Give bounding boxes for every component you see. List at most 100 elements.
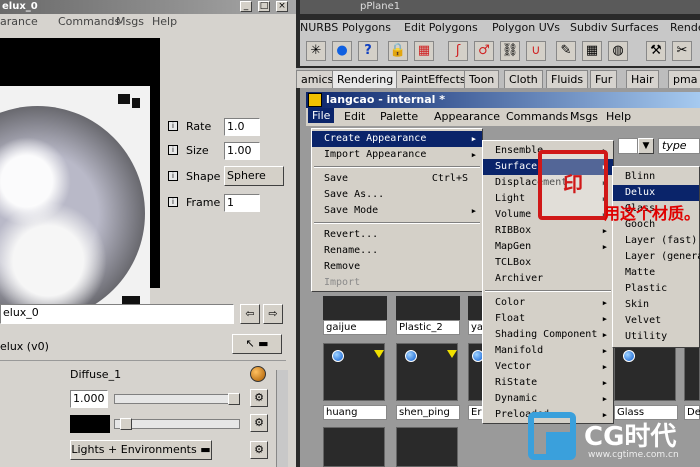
frame-input[interactable]: 1 <box>224 194 260 212</box>
scrollbar[interactable] <box>276 370 288 467</box>
create-menu-item[interactable]: Dynamic ▶ <box>483 391 613 407</box>
create-menu-item[interactable]: RIBBox ▶ <box>483 223 613 239</box>
swatch-name[interactable]: gaijue <box>323 320 387 335</box>
create-menu-item[interactable]: Vector ▶ <box>483 359 613 375</box>
menu-palette[interactable]: Palette <box>380 110 418 123</box>
swatch-name[interactable]: Plastic_2 <box>396 320 460 335</box>
lights-environments-button[interactable]: Lights + Environments ▬ <box>70 440 212 460</box>
file-menu-item[interactable]: Import Appearance ▶ <box>312 147 482 163</box>
file-menu-item[interactable]: Save As... <box>312 187 482 203</box>
tab-painteffects[interactable]: PaintEffects <box>396 70 471 88</box>
shader-swatch[interactable] <box>396 296 460 320</box>
minimize-button[interactable]: _ <box>240 1 252 12</box>
shader-swatch[interactable] <box>323 427 385 467</box>
tab-cloth[interactable]: Cloth <box>504 70 543 88</box>
help-icon[interactable]: ? <box>358 41 378 61</box>
file-menu-item[interactable]: Create Appearance ▶ <box>312 131 482 147</box>
tab-toon[interactable]: Toon <box>464 70 500 88</box>
surface-menu-item[interactable]: Layer (fast) <box>613 233 699 249</box>
shader-swatch[interactable] <box>323 343 385 401</box>
surface-menu-item[interactable]: Blinn <box>613 169 699 185</box>
tab-fur[interactable]: Fur <box>590 70 618 88</box>
surface-menu-item[interactable]: Velvet <box>613 313 699 329</box>
sphere-icon[interactable]: ● <box>332 41 352 61</box>
create-menu-item[interactable]: Color ▶ <box>483 295 613 311</box>
create-menu-item[interactable]: Shading Component ▶ <box>483 327 613 343</box>
surface-menu-item[interactable]: Delux <box>613 185 699 201</box>
create-menu-item[interactable]: Archiver <box>483 271 613 287</box>
file-menu-item[interactable]: Save Mode ▶ <box>312 203 482 219</box>
right-arrow-button[interactable]: ⇨ <box>263 304 283 324</box>
size-input[interactable]: 1.00 <box>224 142 260 160</box>
shader-swatch[interactable] <box>396 427 458 467</box>
color-slider[interactable] <box>114 419 240 429</box>
lights-gear-icon[interactable]: ⚙ <box>250 441 268 459</box>
diffuse-swatch-icon[interactable] <box>250 366 266 382</box>
menu-file[interactable]: File <box>308 108 335 123</box>
diffuse-value-input[interactable]: 1.000 <box>70 390 108 408</box>
surface-menu-item[interactable]: Plastic <box>613 281 699 297</box>
shelf-more-icon[interactable]: ✂ <box>672 41 692 61</box>
file-menu-item[interactable]: Remove <box>312 259 482 275</box>
shader-swatch[interactable] <box>684 343 700 401</box>
close-button[interactable]: × <box>276 1 288 12</box>
menu-appearance[interactable]: arance <box>0 15 38 28</box>
color-swatch[interactable] <box>70 415 110 433</box>
shader-swatch[interactable] <box>614 343 676 401</box>
surface-menu-item[interactable]: Utility <box>613 329 699 345</box>
filter-field[interactable] <box>618 138 638 154</box>
menu-commands[interactable]: Commands <box>506 110 568 123</box>
type-field[interactable]: type <box>658 138 700 154</box>
create-menu-item[interactable]: MapGen ▶ <box>483 239 613 255</box>
brush-icon[interactable]: ✎ <box>556 41 576 61</box>
swatch-name[interactable]: shen_ping <box>396 405 460 420</box>
tab-pma[interactable]: pma <box>668 70 700 88</box>
shader-options-button[interactable]: ↖ ▬ <box>232 334 282 354</box>
filter-dropdown-icon[interactable]: ▼ <box>638 138 654 154</box>
maximize-button[interactable]: □ <box>258 1 270 12</box>
tab-hair[interactable]: Hair <box>626 70 659 88</box>
shader-swatch[interactable] <box>396 343 458 401</box>
color-slider-handle[interactable] <box>120 418 132 430</box>
menu-subdiv-surfaces[interactable]: Subdiv Surfaces <box>570 21 659 34</box>
grid-icon[interactable]: ▦ <box>414 41 434 61</box>
paint-icon[interactable]: ⚒ <box>646 41 666 61</box>
create-menu-item[interactable]: Manifold ▶ <box>483 343 613 359</box>
menu-help[interactable]: Help <box>606 110 631 123</box>
menu-polygons[interactable]: Polygons <box>342 21 391 34</box>
menu-edit-polygons[interactable]: Edit Polygons <box>404 21 478 34</box>
shader-swatch[interactable] <box>323 296 387 320</box>
grid-select-icon[interactable]: ▦ <box>582 41 602 61</box>
left-arrow-button[interactable]: ⇦ <box>240 304 260 324</box>
rate-input[interactable]: 1.0 <box>224 118 260 136</box>
surface-menu-item[interactable]: Layer (general) <box>613 249 700 265</box>
menu-msgs[interactable]: Msgs <box>116 15 144 28</box>
shader-name-input[interactable]: elux_0 <box>0 304 234 324</box>
surface-menu-item[interactable]: Matte <box>613 265 699 281</box>
menu-commands[interactable]: Commands <box>58 15 120 28</box>
file-menu-item[interactable]: Save Ctrl+S <box>312 171 482 187</box>
menu-nurbs[interactable]: NURBS <box>300 21 338 34</box>
tab-fluids[interactable]: Fluids <box>546 70 589 88</box>
spark-icon[interactable]: ✳ <box>306 41 326 61</box>
create-menu-item[interactable]: RiState ▶ <box>483 375 613 391</box>
color-gear-icon[interactable]: ⚙ <box>250 414 268 432</box>
file-menu-item[interactable]: Rename... <box>312 243 482 259</box>
create-menu-item[interactable]: Float ▶ <box>483 311 613 327</box>
swatch-name[interactable]: huang <box>323 405 387 420</box>
curve-icon[interactable]: ʃ <box>448 41 468 61</box>
menu-edit[interactable]: Edit <box>344 110 365 123</box>
file-menu-item[interactable]: Revert... <box>312 227 482 243</box>
pin-icon[interactable]: ♂ <box>474 41 494 61</box>
menu-render[interactable]: Rende <box>670 21 700 34</box>
menu-appearance[interactable]: Appearance <box>434 110 500 123</box>
lock-icon[interactable]: 🔒 <box>388 41 408 61</box>
surface-menu-item[interactable]: Skin <box>613 297 699 313</box>
tab-rendering[interactable]: Rendering <box>332 70 399 88</box>
menu-polygon-uvs[interactable]: Polygon UVs <box>492 21 560 34</box>
chain-icon[interactable]: ⛓ <box>500 41 520 61</box>
create-menu-item[interactable]: TCLBox <box>483 255 613 271</box>
menu-help[interactable]: Help <box>152 15 177 28</box>
diffuse-gear-icon[interactable]: ⚙ <box>250 389 268 407</box>
diffuse-slider-handle[interactable] <box>228 393 240 405</box>
